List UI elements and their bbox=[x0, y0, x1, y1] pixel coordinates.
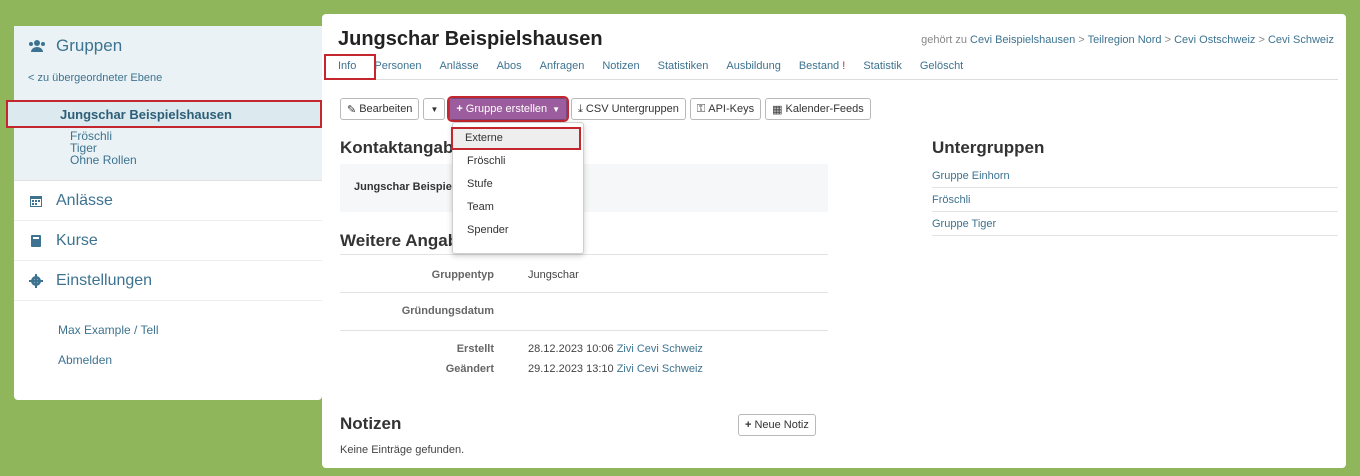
subgroup-link-tiger[interactable]: Gruppe Tiger bbox=[932, 212, 1338, 236]
founded-label: Gründungsdatum bbox=[401, 305, 494, 317]
info-row-founded: Gründungsdatum bbox=[340, 292, 828, 330]
changed-by-link[interactable]: Zivi Cevi Schweiz bbox=[617, 363, 703, 375]
sidebar-subgroup-froeschli[interactable]: Fröschli bbox=[70, 130, 322, 142]
changed-label: Geändert bbox=[445, 363, 494, 375]
subgroup-link-einhorn[interactable]: Gruppe Einhorn bbox=[932, 164, 1338, 188]
tab-bestand[interactable]: Bestand ! bbox=[799, 58, 846, 79]
breadcrumb-item[interactable]: Cevi Beispielshausen bbox=[970, 34, 1075, 46]
plus-icon: + bbox=[745, 419, 752, 431]
user-profile-link[interactable]: Max Example / Tell bbox=[14, 323, 322, 337]
breadcrumb-item[interactable]: Teilregion Nord bbox=[1088, 34, 1162, 46]
book-icon bbox=[28, 233, 44, 249]
tab-statistiken[interactable]: Statistiken bbox=[658, 58, 709, 79]
nav-settings[interactable]: Einstellungen bbox=[14, 261, 322, 301]
breadcrumb-separator: > bbox=[1078, 34, 1085, 46]
tab-statistik[interactable]: Statistik bbox=[863, 58, 902, 79]
subgroups-section-title: Untergruppen bbox=[932, 138, 1045, 157]
changed-date: 29.12.2023 13:10 bbox=[528, 363, 614, 375]
dropdown-item-stufe[interactable]: Stufe bbox=[453, 173, 583, 196]
notes-empty-text: Keine Einträge gefunden. bbox=[340, 444, 465, 456]
calendar-feeds-label: Kalender-Feeds bbox=[785, 103, 864, 115]
tab-personen[interactable]: Personen bbox=[374, 58, 421, 79]
create-group-label: Gruppe erstellen bbox=[465, 103, 548, 115]
contact-name: Jungschar Beispiel bbox=[354, 181, 455, 193]
tab-notizen[interactable]: Notizen bbox=[602, 58, 639, 79]
tab-bar: Info Personen Anlässe Abos Anfragen Noti… bbox=[338, 58, 1338, 80]
nav-courses[interactable]: Kurse bbox=[14, 221, 322, 261]
dropdown-item-spender[interactable]: Spender bbox=[453, 219, 583, 242]
new-note-button[interactable]: + Neue Notiz bbox=[738, 414, 816, 436]
notes-section-title: Notizen bbox=[340, 414, 402, 433]
contact-box: Jungschar Beispiel bbox=[340, 164, 828, 212]
more-info-section-title: Weitere Angab bbox=[340, 231, 459, 250]
breadcrumb-separator: > bbox=[1164, 34, 1172, 46]
create-group-dropdown: Externe Fröschli Stufe Team Spender bbox=[451, 122, 584, 254]
calendar-feeds-button[interactable]: ▦ Kalender-Feeds bbox=[765, 98, 871, 120]
changed-value: 29.12.2023 13:10 Zivi Cevi Schweiz bbox=[528, 363, 703, 375]
caret-down-icon: ▼ bbox=[430, 104, 439, 114]
users-icon bbox=[28, 37, 46, 55]
key-icon: ⚿ bbox=[696, 102, 706, 115]
created-by-link[interactable]: Zivi Cevi Schweiz bbox=[617, 343, 703, 355]
nav-settings-label: Einstellungen bbox=[56, 271, 153, 289]
calendar-icon: ▦ bbox=[772, 103, 783, 116]
nav-groups[interactable]: Gruppen bbox=[14, 26, 322, 66]
edit-button-label: Bearbeiten bbox=[359, 103, 413, 115]
dropdown-item-froeschli[interactable]: Fröschli bbox=[453, 150, 583, 173]
breadcrumb-separator: > bbox=[1258, 34, 1265, 46]
new-note-label: Neue Notiz bbox=[754, 419, 809, 431]
tab-anfragen[interactable]: Anfragen bbox=[540, 58, 585, 79]
breadcrumb-prefix: gehört zu bbox=[921, 34, 967, 46]
nav-courses-label: Kurse bbox=[56, 231, 98, 249]
breadcrumb: gehört zu Cevi Beispielshausen > Teilreg… bbox=[921, 34, 1334, 46]
tab-info-highlight bbox=[324, 54, 376, 80]
logout-link[interactable]: Abmelden bbox=[14, 353, 322, 367]
edit-dropdown-toggle[interactable]: ▼ bbox=[423, 98, 446, 120]
nav-events[interactable]: Anlässe bbox=[14, 181, 322, 221]
contact-section-title: Kontaktangabe bbox=[340, 138, 463, 157]
csv-subgroups-button[interactable]: ⤓ CSV Untergruppen bbox=[571, 98, 686, 120]
tab-bestand-label: Bestand bbox=[798, 60, 840, 72]
page-title: Jungschar Beispielshausen bbox=[338, 28, 603, 50]
info-row-created-changed: Erstellt 28.12.2023 10:06 Zivi Cevi Schw… bbox=[340, 330, 828, 382]
caret-down-icon: ▼ bbox=[552, 104, 561, 114]
created-value: 28.12.2023 10:06 Zivi Cevi Schweiz bbox=[528, 343, 703, 355]
sidebar-subgroup-ohne-rollen[interactable]: Ohne Rollen bbox=[70, 154, 322, 166]
dropdown-item-team[interactable]: Team bbox=[453, 196, 583, 219]
plus-icon: + bbox=[456, 103, 463, 115]
group-type-value: Jungschar bbox=[528, 269, 579, 281]
created-date: 28.12.2023 10:06 bbox=[528, 343, 614, 355]
api-keys-button[interactable]: ⚿ API-Keys bbox=[689, 98, 762, 120]
tab-bestand-warning: ! bbox=[842, 60, 846, 72]
nav-events-label: Anlässe bbox=[56, 191, 113, 209]
group-type-label: Gruppentyp bbox=[431, 269, 494, 281]
tab-ausbildung[interactable]: Ausbildung bbox=[726, 58, 780, 79]
edit-icon: ✎ bbox=[347, 103, 357, 116]
tab-abos[interactable]: Abos bbox=[497, 58, 522, 79]
nav-groups-label: Gruppen bbox=[56, 36, 123, 55]
create-group-button[interactable]: + Gruppe erstellen ▼ bbox=[447, 96, 570, 122]
csv-subgroups-label: CSV Untergruppen bbox=[585, 103, 679, 115]
edit-button[interactable]: ✎ Bearbeiten bbox=[340, 98, 420, 120]
parent-level-link[interactable]: < zu übergeordneter Ebene bbox=[14, 66, 322, 88]
toolbar: ✎ Bearbeiten ▼ + Gruppe erstellen ▼ ⤓ CS… bbox=[340, 96, 871, 122]
main-panel: Jungschar Beispielshausen gehört zu Cevi… bbox=[322, 14, 1346, 468]
tab-geloescht[interactable]: Gelöscht bbox=[920, 58, 963, 79]
api-keys-label: API-Keys bbox=[708, 103, 755, 115]
gear-icon bbox=[28, 273, 44, 289]
download-icon: ⤓ bbox=[578, 102, 583, 115]
breadcrumb-item[interactable]: Cevi Schweiz bbox=[1268, 34, 1334, 46]
sidebar-current-group[interactable]: Jungschar Beispielshausen bbox=[6, 100, 322, 128]
info-row-group-type: Gruppentyp Jungschar bbox=[340, 254, 828, 292]
sidebar: Gruppen < zu übergeordneter Ebene Einhor… bbox=[6, 26, 322, 400]
dropdown-item-externe[interactable]: Externe bbox=[451, 127, 581, 150]
subgroup-link-froeschli[interactable]: Fröschli bbox=[932, 188, 1338, 212]
tab-anlaesse[interactable]: Anlässe bbox=[439, 58, 478, 79]
calendar-icon bbox=[28, 193, 44, 209]
created-label: Erstellt bbox=[456, 343, 494, 355]
breadcrumb-item[interactable]: Cevi Ostschweiz bbox=[1174, 34, 1255, 46]
